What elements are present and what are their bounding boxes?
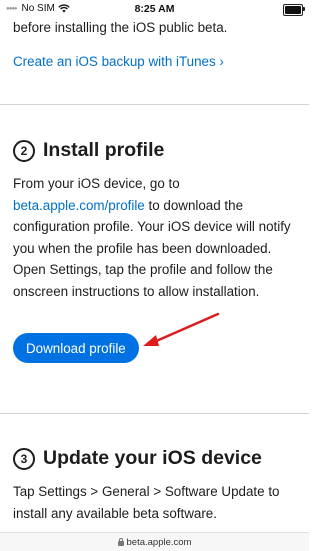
annotation-arrow-icon	[143, 312, 220, 346]
section-divider	[0, 413, 309, 414]
section-divider	[0, 104, 309, 105]
status-right	[283, 4, 305, 16]
step-3-number-badge: 3	[13, 447, 35, 470]
step-2-heading: 2 Install profile	[13, 139, 164, 162]
status-bar: ●●●● No SIM 8:25 AM	[0, 0, 309, 18]
itunes-backup-link[interactable]: Create an iOS backup with iTunes ›	[13, 54, 303, 69]
previous-section-text: before installing the iOS public beta.	[13, 20, 228, 35]
step-3-description: Tap Settings > General > Software Update…	[13, 484, 280, 521]
status-time: 8:25 AM	[134, 3, 175, 15]
step-2-title: Install profile	[43, 139, 165, 161]
step-2-text-before-link: From your iOS device, go to	[13, 176, 180, 191]
download-profile-button[interactable]: Download profile	[13, 333, 139, 363]
url-text: beta.apple.com	[126, 536, 192, 548]
step-3-heading: 3 Update your iOS device	[13, 447, 262, 470]
step-2-number-badge: 2	[13, 139, 35, 162]
safari-url-bar[interactable]: beta.apple.com	[0, 532, 309, 551]
step-2-description: From your iOS device, go to beta.apple.c…	[13, 173, 303, 303]
lock-icon	[117, 537, 124, 546]
battery-icon	[283, 4, 305, 16]
step-3-title: Update your iOS device	[43, 447, 262, 469]
profile-link[interactable]: beta.apple.com/profile	[13, 198, 145, 213]
